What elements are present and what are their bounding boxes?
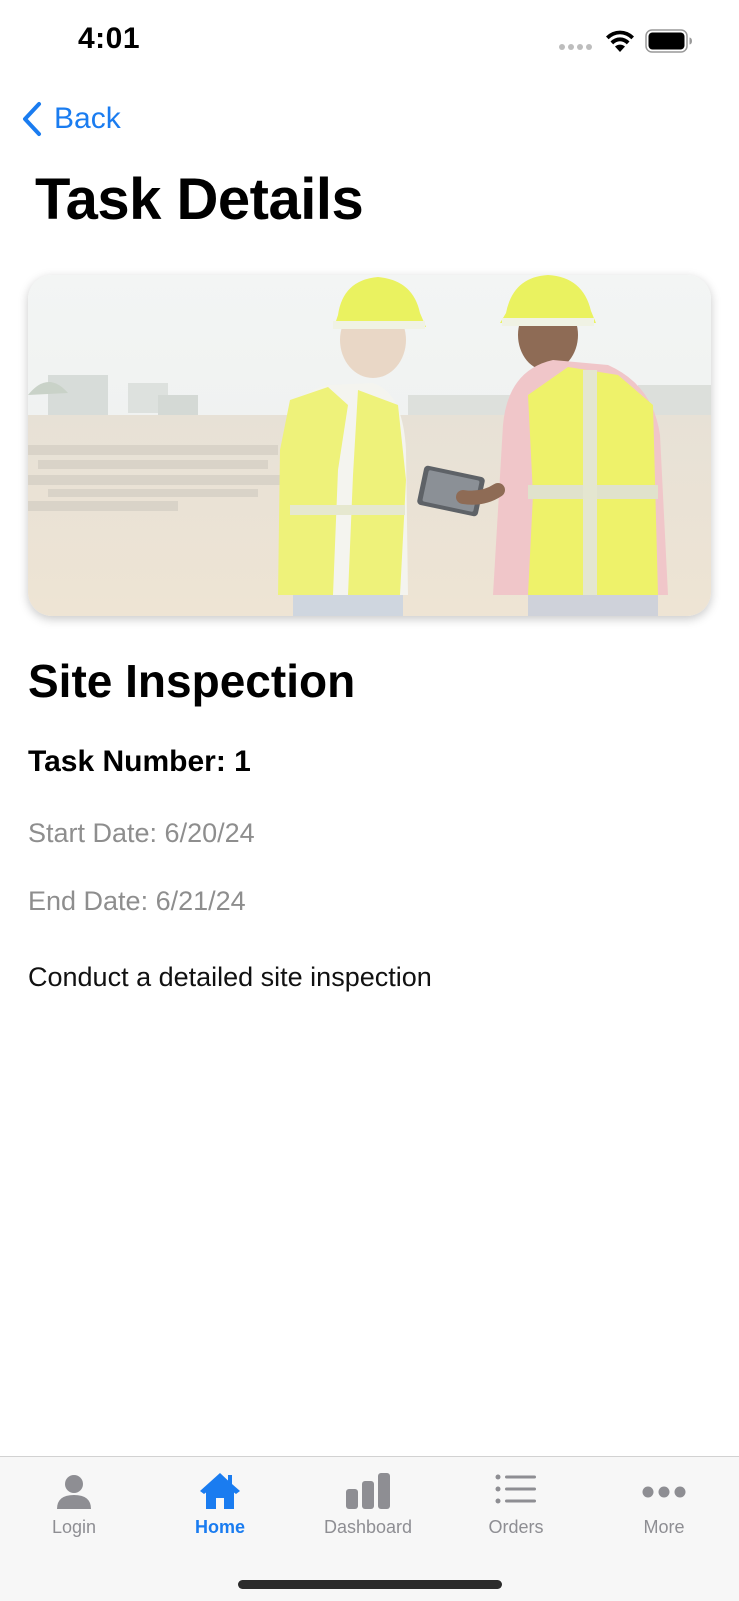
tab-label: More xyxy=(643,1517,685,1537)
person-icon xyxy=(57,1475,91,1509)
bar-chart-icon xyxy=(346,1473,390,1509)
tab-more[interactable]: More xyxy=(590,1471,738,1551)
task-image xyxy=(28,275,711,616)
task-title: Site Inspection xyxy=(28,655,356,707)
tab-orders[interactable]: Orders xyxy=(442,1471,590,1551)
tab-label: Dashboard xyxy=(323,1517,413,1537)
tab-label: Home xyxy=(194,1517,245,1537)
tab-login[interactable]: Login xyxy=(0,1471,148,1551)
battery-icon xyxy=(645,29,692,53)
page-title: Task Details xyxy=(35,167,364,232)
end-date: End Date: 6/21/24 xyxy=(28,886,246,916)
tab-home[interactable]: Home xyxy=(146,1471,294,1551)
tab-label: Login xyxy=(51,1517,97,1537)
status-bar: 4:01 xyxy=(0,0,739,86)
list-icon xyxy=(495,1474,536,1504)
ellipsis-icon xyxy=(642,1486,686,1498)
tab-label: Orders xyxy=(488,1517,544,1537)
back-button[interactable]: Back xyxy=(20,98,121,140)
status-time: 4:01 xyxy=(78,22,141,55)
house-icon xyxy=(200,1473,240,1509)
start-date: Start Date: 6/20/24 xyxy=(28,818,255,848)
chevron-left-icon xyxy=(23,102,41,136)
home-indicator xyxy=(238,1580,502,1589)
wifi-icon xyxy=(606,30,634,52)
back-label: Back xyxy=(54,102,121,135)
tab-dashboard[interactable]: Dashboard xyxy=(294,1471,442,1551)
task-number: Task Number: 1 xyxy=(28,745,251,778)
cellular-signal-icon xyxy=(559,44,595,52)
task-description: Conduct a detailed site inspection xyxy=(28,962,432,992)
